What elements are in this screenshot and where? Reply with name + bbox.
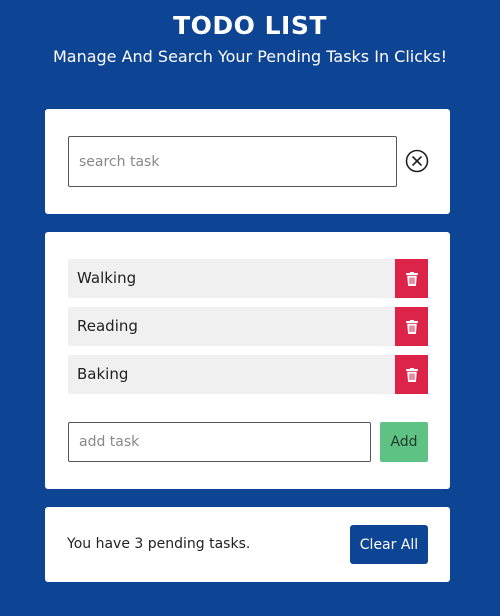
trash-icon [405,367,418,382]
circle-x-icon[interactable] [405,149,429,173]
app-title: TODO LIST [173,11,327,40]
trash-icon [405,319,418,334]
task-label: Walking [77,269,137,287]
add-task-button[interactable]: Add [380,422,428,462]
task-item: Reading [68,307,428,346]
delete-task-button[interactable] [395,259,428,298]
delete-task-button[interactable] [395,307,428,346]
footer-card: You have 3 pending tasks. Clear All [45,507,450,582]
search-card [45,109,450,214]
delete-task-button[interactable] [395,355,428,394]
pending-count-text: You have 3 pending tasks. [67,536,251,552]
tasks-card: Walking Reading Baking add task Add [45,232,450,489]
app-subtitle: Manage And Search Your Pending Tasks In … [52,47,448,66]
clear-all-button[interactable]: Clear All [350,525,428,564]
add-task-input[interactable] [68,422,371,462]
task-item: Baking [68,355,428,394]
search-input[interactable] [68,136,397,187]
task-label: Baking [77,365,129,383]
task-item: Walking [68,259,428,298]
app-header: TODO LIST Manage And Search Your Pending… [0,0,500,68]
task-list: Walking Reading Baking [68,259,428,403]
trash-icon [405,271,418,286]
task-label: Reading [77,317,138,335]
